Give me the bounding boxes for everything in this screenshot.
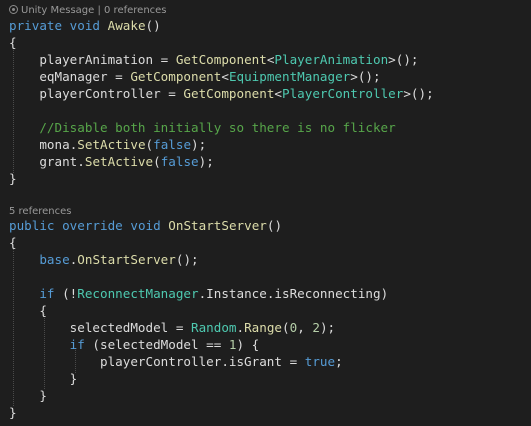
code-line-21: }	[69, 371, 78, 386]
method-name-onstartserver: OnStartServer	[168, 218, 267, 233]
code-line-3: playerAnimation = GetComponent<PlayerAni…	[39, 52, 419, 67]
code-line-5: playerController = GetComponent<PlayerCo…	[39, 86, 434, 101]
unity-icon	[9, 5, 18, 14]
code-line-2: {	[9, 35, 17, 50]
code-line-18: selectedModel = Random.Range(0, 2);	[69, 320, 336, 335]
method-name-awake: Awake	[107, 18, 146, 33]
code-comment: //Disable both initially so there is no …	[39, 120, 396, 135]
code-line-14: base.OnStartServer();	[39, 252, 199, 267]
codelens-references[interactable]: 5 references	[9, 206, 72, 217]
codelens-references[interactable]: 0 references	[104, 5, 167, 16]
code-line-13: {	[9, 235, 17, 250]
code-line-19: if (selectedModel == 1) {	[69, 337, 260, 352]
code-line-10: }	[9, 171, 17, 186]
codelens-awake[interactable]: Unity Message | 0 references	[9, 5, 167, 17]
code-line-8: mona.SetActive(false);	[39, 137, 207, 152]
code-line-12: public override void OnStartServer()	[9, 218, 283, 233]
code-line-23: }	[9, 405, 17, 420]
code-line-4: eqManager = GetComponent<EquipmentManage…	[39, 69, 381, 84]
code-line-20: playerController.isGrant = true;	[100, 354, 343, 369]
code-line-16: if (!ReconnectManager.Instance.isReconne…	[39, 286, 389, 301]
code-editor[interactable]: Unity Message | 0 references private voi…	[0, 0, 531, 426]
codelens-label[interactable]: Unity Message	[21, 5, 94, 16]
code-line-9: grant.SetActive(false);	[39, 154, 214, 169]
code-line-1: private void Awake()	[9, 18, 161, 33]
code-line-22: }	[39, 388, 47, 403]
code-line-17: {	[39, 303, 47, 318]
code-line-7: //Disable both initially so there is no …	[9, 119, 396, 136]
